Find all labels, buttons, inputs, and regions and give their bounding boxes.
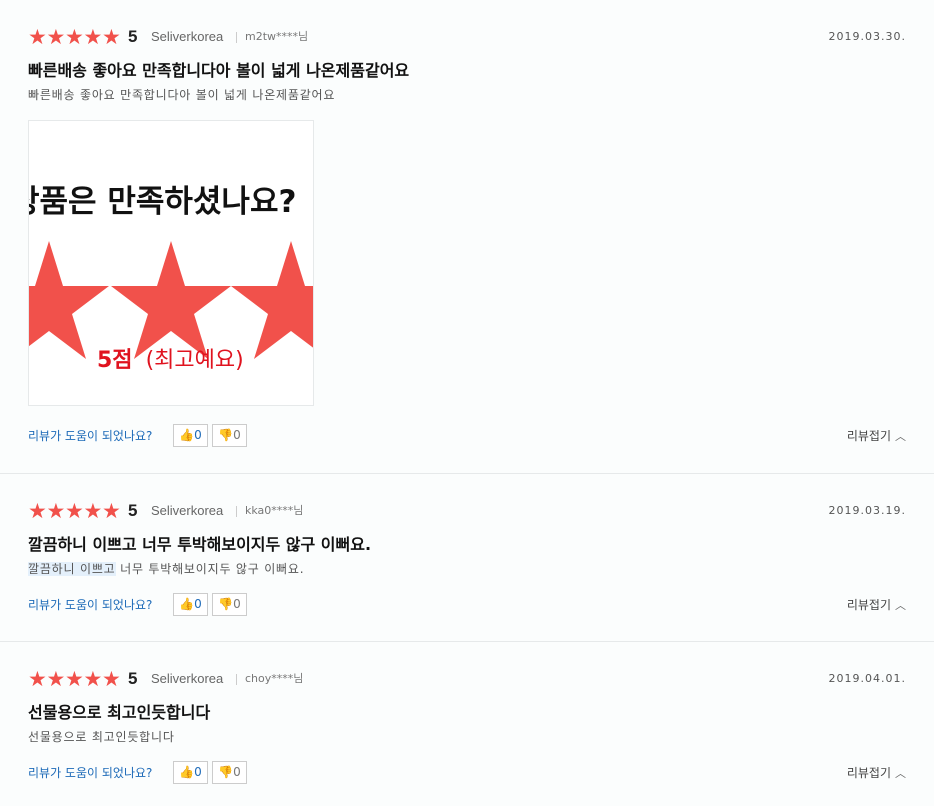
review-item: ★ ★ ★ ★ ★ 5 Seliverkorea kka0****님 2019.03.1… bbox=[0, 474, 934, 642]
star-rating: ★ ★ ★ ★ ★ bbox=[28, 26, 121, 48]
collapse-label: 리뷰접기 bbox=[846, 766, 891, 780]
review-item: ★ ★ ★ ★ ★ 5 Seliverkorea choy****님 2019.04.0… bbox=[0, 642, 934, 806]
review-photo[interactable]: 상품은 만족하셨나요? 5점 (최고예요) bbox=[28, 120, 314, 406]
thumbs-down-icon: 👎 bbox=[218, 765, 234, 779]
review-date: 2019.04.01. bbox=[828, 672, 906, 685]
star-icon: ★ bbox=[28, 667, 47, 691]
photo-star-icon bbox=[29, 241, 109, 359]
thumbs-up-icon: 👍 bbox=[179, 597, 195, 611]
downvote-button[interactable]: 👎0 bbox=[212, 424, 247, 447]
star-icon: ★ bbox=[46, 667, 66, 691]
star-icon: ★ bbox=[102, 25, 121, 49]
review-body: 깔끔하니 이쁘고 너무 투박해보이지두 않구 이뻐요. bbox=[28, 560, 304, 577]
photo-star-icon bbox=[111, 241, 231, 359]
upvote-count: 0 bbox=[194, 597, 202, 611]
star-icon: ★ bbox=[102, 499, 121, 523]
review-header: ★ ★ ★ ★ ★ 5 Seliverkorea choy****님 2019.04.0… bbox=[28, 668, 906, 690]
collapse-label: 리뷰접기 bbox=[846, 598, 891, 612]
star-icon: ★ bbox=[65, 667, 84, 691]
rating-score: 5 bbox=[128, 669, 138, 688]
upvote-button[interactable]: 👍0 bbox=[173, 761, 208, 784]
collapse-review-button[interactable]: 리뷰접기 ︿ bbox=[847, 424, 906, 449]
review-date: 2019.03.30. bbox=[828, 30, 906, 43]
seller-name: Seliverkorea bbox=[151, 671, 224, 686]
review-title: 선물용으로 최고인듯합니다 bbox=[28, 703, 211, 722]
photo-star-icon bbox=[231, 241, 313, 359]
divider bbox=[236, 32, 237, 43]
reviewer-id: m2tw****님 bbox=[245, 30, 309, 43]
photo-headline: 상품은 만족하셨나요? bbox=[29, 184, 296, 220]
downvote-button[interactable]: 👎0 bbox=[212, 761, 247, 784]
review-header: ★ ★ ★ ★ ★ 5 Seliverkorea kka0****님 2019.03.1… bbox=[28, 500, 906, 522]
review-date: 2019.03.19. bbox=[828, 504, 906, 517]
star-icon: ★ bbox=[46, 25, 66, 49]
review-body: 선물용으로 최고인듯합니다 bbox=[28, 730, 175, 744]
star-icon: ★ bbox=[102, 667, 121, 691]
upvote-count: 0 bbox=[194, 765, 202, 779]
downvote-count: 0 bbox=[233, 428, 241, 442]
star-icon: ★ bbox=[83, 667, 103, 691]
divider bbox=[236, 506, 237, 517]
rating-score: 5 bbox=[128, 27, 138, 46]
photo-score-text: 5점 bbox=[97, 348, 133, 373]
star-icon: ★ bbox=[65, 499, 84, 523]
thumbs-down-icon: 👎 bbox=[218, 428, 234, 442]
collapse-review-button[interactable]: 리뷰접기 ︿ bbox=[847, 593, 906, 618]
collapse-label: 리뷰접기 bbox=[846, 429, 891, 443]
review-body-rest: 너무 투박해보이지두 않구 이뻐요. bbox=[115, 562, 305, 576]
helpful-prompt: 리뷰가 도움이 되었나요? bbox=[28, 766, 153, 780]
downvote-count: 0 bbox=[233, 597, 241, 611]
thumbs-up-icon: 👍 bbox=[179, 428, 195, 442]
divider bbox=[236, 674, 237, 685]
downvote-count: 0 bbox=[233, 765, 241, 779]
svg-text:5점 (최고예요): 5점 (최고예요) bbox=[97, 348, 244, 373]
helpful-prompt: 리뷰가 도움이 되었나요? bbox=[28, 598, 153, 612]
star-icon: ★ bbox=[28, 499, 47, 523]
star-icon: ★ bbox=[28, 25, 47, 49]
star-rating: ★ ★ ★ ★ ★ bbox=[28, 500, 121, 522]
rating-score: 5 bbox=[128, 501, 138, 520]
highlighted-text: 깔끔하니 이쁘고 bbox=[28, 562, 116, 576]
downvote-button[interactable]: 👎0 bbox=[212, 593, 247, 616]
seller-name: Seliverkorea bbox=[151, 29, 224, 44]
star-rating: ★ ★ ★ ★ ★ bbox=[28, 668, 121, 690]
chevron-up-icon: ︿ bbox=[895, 599, 906, 612]
thumbs-up-icon: 👍 bbox=[179, 765, 195, 779]
star-icon: ★ bbox=[83, 25, 103, 49]
thumbs-down-icon: 👎 bbox=[218, 597, 234, 611]
upvote-button[interactable]: 👍0 bbox=[173, 593, 208, 616]
star-icon: ★ bbox=[46, 499, 66, 523]
review-item: ★ ★ ★ ★ ★ 5 Seliverkorea m2tw****님 2019.03.3… bbox=[0, 0, 934, 474]
reviewer-id: kka0****님 bbox=[245, 504, 304, 517]
reviewer-id: choy****님 bbox=[245, 672, 304, 685]
collapse-review-button[interactable]: 리뷰접기 ︿ bbox=[847, 761, 906, 786]
review-title: 빠른배송 좋아요 만족합니다아 볼이 넓게 나온제품같어요 bbox=[28, 61, 410, 80]
review-header: ★ ★ ★ ★ ★ 5 Seliverkorea m2tw****님 2019.03.3… bbox=[28, 26, 906, 48]
star-icon: ★ bbox=[65, 25, 84, 49]
upvote-count: 0 bbox=[194, 428, 202, 442]
star-icon: ★ bbox=[83, 499, 103, 523]
review-title: 깔끔하니 이쁘고 너무 투박해보이지두 않구 이뻐요. bbox=[28, 535, 372, 554]
upvote-button[interactable]: 👍0 bbox=[173, 424, 208, 447]
chevron-up-icon: ︿ bbox=[895, 767, 906, 780]
review-body: 빠른배송 좋아요 만족합니다아 볼이 넓게 나온제품같어요 bbox=[28, 88, 336, 102]
helpful-prompt: 리뷰가 도움이 되었나요? bbox=[28, 429, 153, 443]
photo-score-note: (최고예요) bbox=[146, 348, 244, 373]
seller-name: Seliverkorea bbox=[151, 503, 224, 518]
chevron-up-icon: ︿ bbox=[895, 430, 906, 443]
